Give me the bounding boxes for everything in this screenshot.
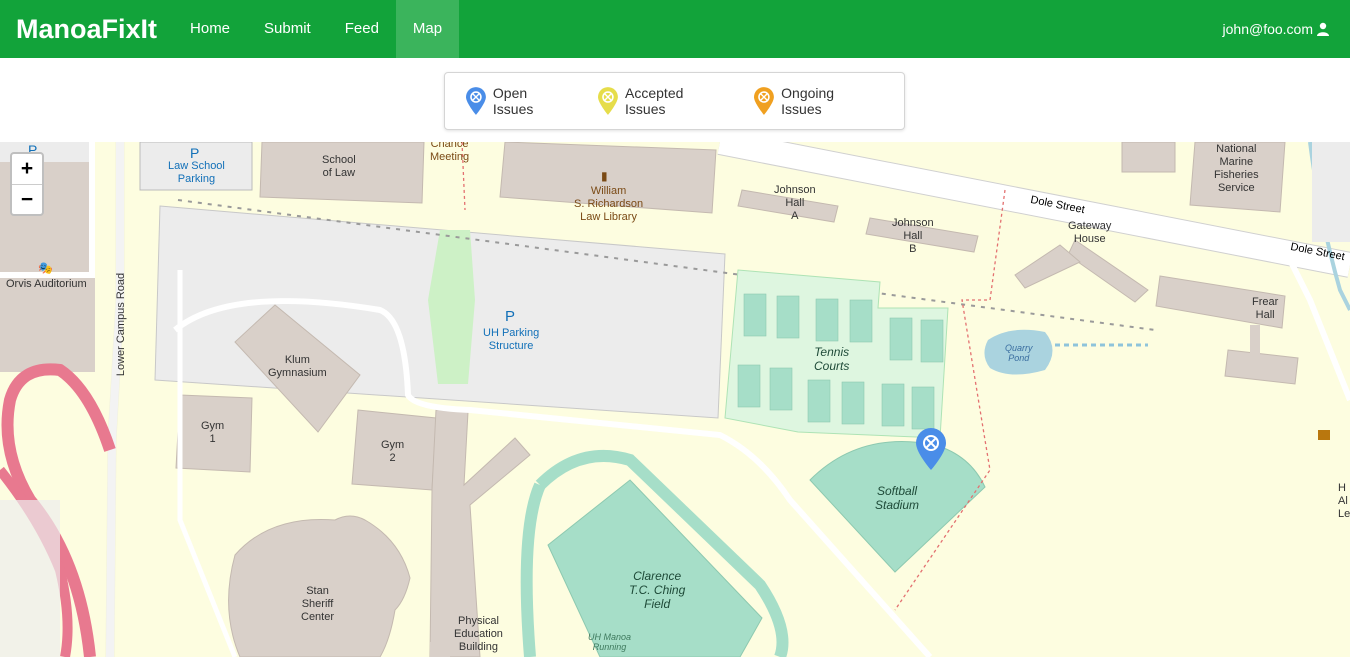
user-menu[interactable]: john@foo.com <box>1223 0 1350 58</box>
zoom-out-button[interactable]: − <box>12 184 42 214</box>
label-school-of-law: School of Law <box>322 154 356 179</box>
theater-icon: 🎭 <box>38 261 53 275</box>
legend-bar: Open Issues Accepted Issues Ongoing Issu… <box>0 58 1350 142</box>
open-issue-marker-icon[interactable] <box>914 427 948 471</box>
label-johnson-hall-a: Johnson Hall A <box>774 184 816 222</box>
law-parking-p-icon: P <box>190 145 200 161</box>
legend-accepted-issues: Accepted Issues <box>597 85 727 117</box>
legend-open-label: Open Issues <box>492 85 534 117</box>
legend-open-issues: Open Issues <box>465 85 571 117</box>
user-icon <box>1317 22 1329 36</box>
zoom-control: + − <box>10 152 44 216</box>
ongoing-issue-pin-icon <box>754 87 775 115</box>
legend-ongoing-issues: Ongoing Issues <box>753 85 878 117</box>
nav-map[interactable]: Map <box>395 0 460 58</box>
label-chance-meeting: Chance Meeting <box>430 142 470 163</box>
legend-accepted-label: Accepted Issues <box>625 85 684 117</box>
label-gym-2: Gym 2 <box>381 439 405 464</box>
nav-submit[interactable]: Submit <box>247 0 328 58</box>
label-johnson-hall-b: Johnson Hall B <box>892 217 934 255</box>
label-law-school-parking: Law School Parking <box>168 160 225 185</box>
label-orvis-auditorium: Orvis Auditorium <box>6 278 87 290</box>
label-stan-sheriff-center: Stan Sheriff Center <box>301 585 335 623</box>
library-icon: ▮ <box>601 169 608 183</box>
label-frear-hall: Frear Hall <box>1252 296 1279 321</box>
label-klum-gymnasium: Klum Gymnasium <box>268 354 327 379</box>
label-uh-parking-structure: UH Parking Structure <box>483 327 540 352</box>
nav-feed[interactable]: Feed <box>328 0 396 58</box>
brand-logo[interactable]: ManoaFixIt <box>0 0 173 58</box>
label-gym-1: Gym 1 <box>201 420 225 445</box>
open-issue-pin-icon <box>465 87 486 115</box>
user-email: john@foo.com <box>1222 21 1313 37</box>
legend-ongoing-label: Ongoing Issues <box>781 85 835 117</box>
label-law-library: William S. Richardson Law Library <box>574 185 644 223</box>
accepted-issue-pin-icon <box>598 87 619 115</box>
label-tennis-courts: Tennis Courts <box>814 345 850 373</box>
label-lower-campus-road: Lower Campus Road <box>115 272 128 377</box>
issue-legend: Open Issues Accepted Issues Ongoing Issu… <box>444 72 905 130</box>
nav-home[interactable]: Home <box>173 0 247 58</box>
label-right-edge: H Al Le <box>1338 482 1350 520</box>
zoom-in-button[interactable]: + <box>12 154 42 184</box>
uh-parking-p-icon: P <box>505 308 516 325</box>
campus-map[interactable]: School of Law William S. Richardson Law Lib… <box>0 142 1350 657</box>
label-physical-education: Physical Education Building <box>454 615 503 653</box>
label-gateway-house: Gateway House <box>1068 220 1112 245</box>
navbar: ManoaFixIt Home Submit Feed Map john@foo… <box>0 0 1350 58</box>
label-clarence-field: Clarence T.C. Ching Field <box>629 569 686 611</box>
label-softball-stadium: Softball Stadium <box>875 484 920 512</box>
label-national-marine: National Marine Fisheries Service <box>1214 143 1259 194</box>
label-quarry-pond: Quarry Pond <box>1005 343 1033 363</box>
label-uh-manoa-running: UH Manoa Running <box>588 632 632 652</box>
